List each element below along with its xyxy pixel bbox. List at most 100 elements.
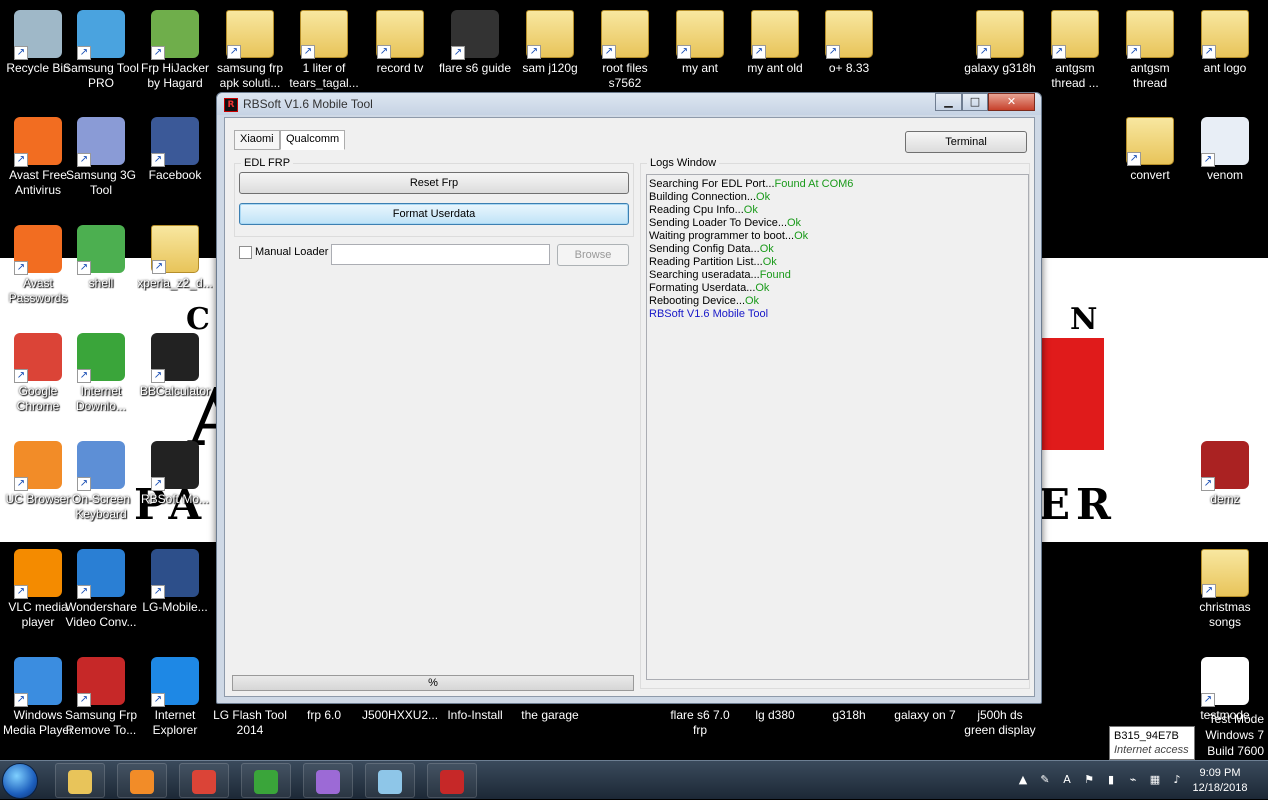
reset-frp-button[interactable]: Reset Frp — [239, 172, 629, 194]
usb-icon[interactable]: ⌁ — [1126, 773, 1140, 787]
log-text: Searching For EDL Port... — [649, 178, 775, 190]
desktop-icon[interactable]: ↗ venom — [1187, 112, 1263, 212]
title-bar[interactable]: R RBSoft V1.6 Mobile Tool ▁ □ ✕ — [217, 93, 1041, 115]
desktop-icon[interactable]: ↗ Samsung Tool PRO — [63, 5, 139, 105]
desktop-icon[interactable]: ↗ o+ 8.33 — [811, 5, 887, 105]
loader-path-input[interactable] — [331, 244, 550, 265]
desktop-icon[interactable]: ↗ record tv — [362, 5, 438, 105]
logs-textbox[interactable]: Searching For EDL Port...Found At COM6 Bu… — [646, 174, 1029, 680]
rbsoft-app-icon: R — [224, 98, 238, 112]
taskbar-button[interactable] — [179, 763, 229, 798]
desktop-icon[interactable]: ↗ shell — [63, 220, 139, 320]
log-status: Ok — [762, 256, 777, 268]
shortcut-arrow-icon: ↗ — [1127, 45, 1141, 59]
desktop-icon[interactable]: ↗ BBCalculator — [137, 328, 213, 428]
desktop-icon[interactable]: ↗ christmas songs — [1187, 544, 1263, 644]
desktop-icon[interactable]: ↗ antgsm thread ... — [1037, 5, 1113, 105]
watermark-line: Windows 7 — [1205, 728, 1264, 742]
log-text: Formating Userdata... — [649, 282, 756, 294]
desktop-icon[interactable]: ↗ xperia_z2_d... — [137, 220, 213, 320]
tab-xiaomi[interactable]: Xiaomi — [234, 130, 280, 150]
close-button[interactable]: ✕ — [988, 93, 1035, 111]
browse-button[interactable]: Browse — [557, 244, 629, 266]
desktop-icon[interactable]: ↗ Internet Downlo... — [63, 328, 139, 428]
start-button[interactable] — [2, 763, 38, 799]
desktop-icon-label: Samsung 3G Tool — [65, 168, 137, 197]
folder-icon: ↗ — [226, 10, 274, 59]
tab-qualcomm[interactable]: Qualcomm — [280, 130, 346, 150]
desktop-icon[interactable]: ↗ galaxy g318h — [962, 5, 1038, 105]
shortcut-arrow-icon: ↗ — [1127, 152, 1141, 166]
taskbar-button[interactable] — [117, 763, 167, 798]
log-text: Rebooting Device... — [649, 295, 745, 307]
terminal-button[interactable]: Terminal — [905, 131, 1027, 153]
shortcut-arrow-icon: ↗ — [1202, 584, 1216, 598]
desktop-icon[interactable]: ↗ 1 liter of tears_tagal... — [286, 5, 362, 105]
log-line: Building Connection...Ok — [649, 191, 1026, 204]
log-status: Ok — [743, 204, 758, 216]
desktop-icon[interactable]: ↗ Internet Explorer — [137, 652, 213, 752]
taskbar-button[interactable] — [55, 763, 105, 798]
signal-icon[interactable]: ▮ — [1104, 773, 1118, 787]
uc-browser-icon: ↗ — [14, 441, 62, 491]
desktop-icon[interactable]: ↗ samsung frp apk soluti... — [212, 5, 288, 105]
shortcut-arrow-icon: ↗ — [151, 369, 165, 383]
desktop-icon[interactable]: ↗ Facebook — [137, 112, 213, 212]
folder-icon: ↗ — [151, 225, 199, 274]
network-icon[interactable]: ▦ — [1148, 773, 1162, 787]
desktop-icon-label: flare s6 7.0 frp — [670, 708, 730, 737]
folder-icon: ↗ — [976, 10, 1024, 59]
desktop-icon-label: frp 6.0 — [306, 708, 342, 722]
desktop-icon[interactable]: ↗ antgsm thread — [1112, 5, 1188, 105]
shortcut-arrow-icon: ↗ — [77, 46, 91, 60]
pen-icon[interactable]: ✎ — [1038, 773, 1052, 787]
wmp-icon: ↗ — [14, 657, 62, 707]
tooltip-status: Internet access — [1114, 744, 1189, 756]
taskbar-button[interactable] — [303, 763, 353, 798]
edl-frp-group-title: EDL FRP — [241, 157, 294, 169]
desktop-icon-label: venom — [1206, 168, 1244, 182]
desktop-icon[interactable]: ↗ Samsung Frp Remove To... — [63, 652, 139, 752]
desktop-icon[interactable]: ↗ my ant — [662, 5, 738, 105]
folder-icon: ↗ — [601, 10, 649, 59]
shortcut-arrow-icon: ↗ — [151, 693, 165, 707]
desktop-icon[interactable]: ↗ Samsung 3G Tool — [63, 112, 139, 212]
wallpaper-letter: ER — [1038, 480, 1117, 529]
desktop-icon[interactable]: ↗ my ant old — [737, 5, 813, 105]
desktop-icon[interactable]: ↗ On-Screen Keyboard — [63, 436, 139, 536]
shortcut-arrow-icon: ↗ — [227, 45, 241, 59]
desktop-icon[interactable]: ↗ sam j120g — [512, 5, 588, 105]
clock[interactable]: 9:09 PM 12/18/2018 — [1190, 766, 1250, 796]
desktop-icon[interactable]: ↗ RBSoft Mo... — [137, 436, 213, 536]
format-userdata-button[interactable]: Format Userdata — [239, 203, 629, 225]
avast-tray-icon[interactable]: A — [1060, 773, 1074, 787]
folder-icon: ↗ — [676, 10, 724, 59]
flag-icon[interactable]: ⚑ — [1082, 773, 1096, 787]
rbsoft-icon — [440, 770, 464, 794]
desktop-icon[interactable]: ↗ ant logo — [1187, 5, 1263, 105]
taskbar-button[interactable] — [427, 763, 477, 798]
desktop-icon-label: christmas songs — [1199, 600, 1251, 629]
minimize-button[interactable]: ▁ — [935, 93, 962, 111]
feather-icon — [316, 770, 340, 794]
log-footer: RBSoft V1.6 Mobile Tool — [649, 308, 769, 320]
show-hidden-icon[interactable]: ▲ — [1016, 773, 1030, 787]
desktop-icon[interactable]: ↗ flare s6 guide — [437, 5, 513, 105]
desktop-icon[interactable]: ↗ Wondershare Video Conv... — [63, 544, 139, 644]
desktop-icon-label: Facebook — [148, 168, 202, 182]
desktop-icon-label: g318h — [832, 708, 866, 722]
desktop-icon[interactable]: ↗ Frp HiJacker by Hagard — [137, 5, 213, 105]
log-status: Found At COM6 — [774, 178, 854, 190]
maximize-button[interactable]: □ — [962, 93, 988, 111]
taskbar-button[interactable] — [241, 763, 291, 798]
desktop-icon-label: BBCalculator — [139, 384, 211, 398]
desktop-icon[interactable]: ↗ convert — [1112, 112, 1188, 212]
shortcut-arrow-icon: ↗ — [151, 477, 165, 491]
desktop-icon[interactable]: ↗ LG-Mobile... — [137, 544, 213, 644]
desktop-icon[interactable]: ↗ root files s7562 — [587, 5, 663, 105]
desktop-icon[interactable]: ↗ demz — [1187, 436, 1263, 536]
volume-icon[interactable]: ♪ — [1170, 773, 1184, 787]
taskbar-button[interactable] — [365, 763, 415, 798]
manual-loader-checkbox[interactable] — [239, 246, 252, 259]
shortcut-arrow-icon: ↗ — [377, 45, 391, 59]
